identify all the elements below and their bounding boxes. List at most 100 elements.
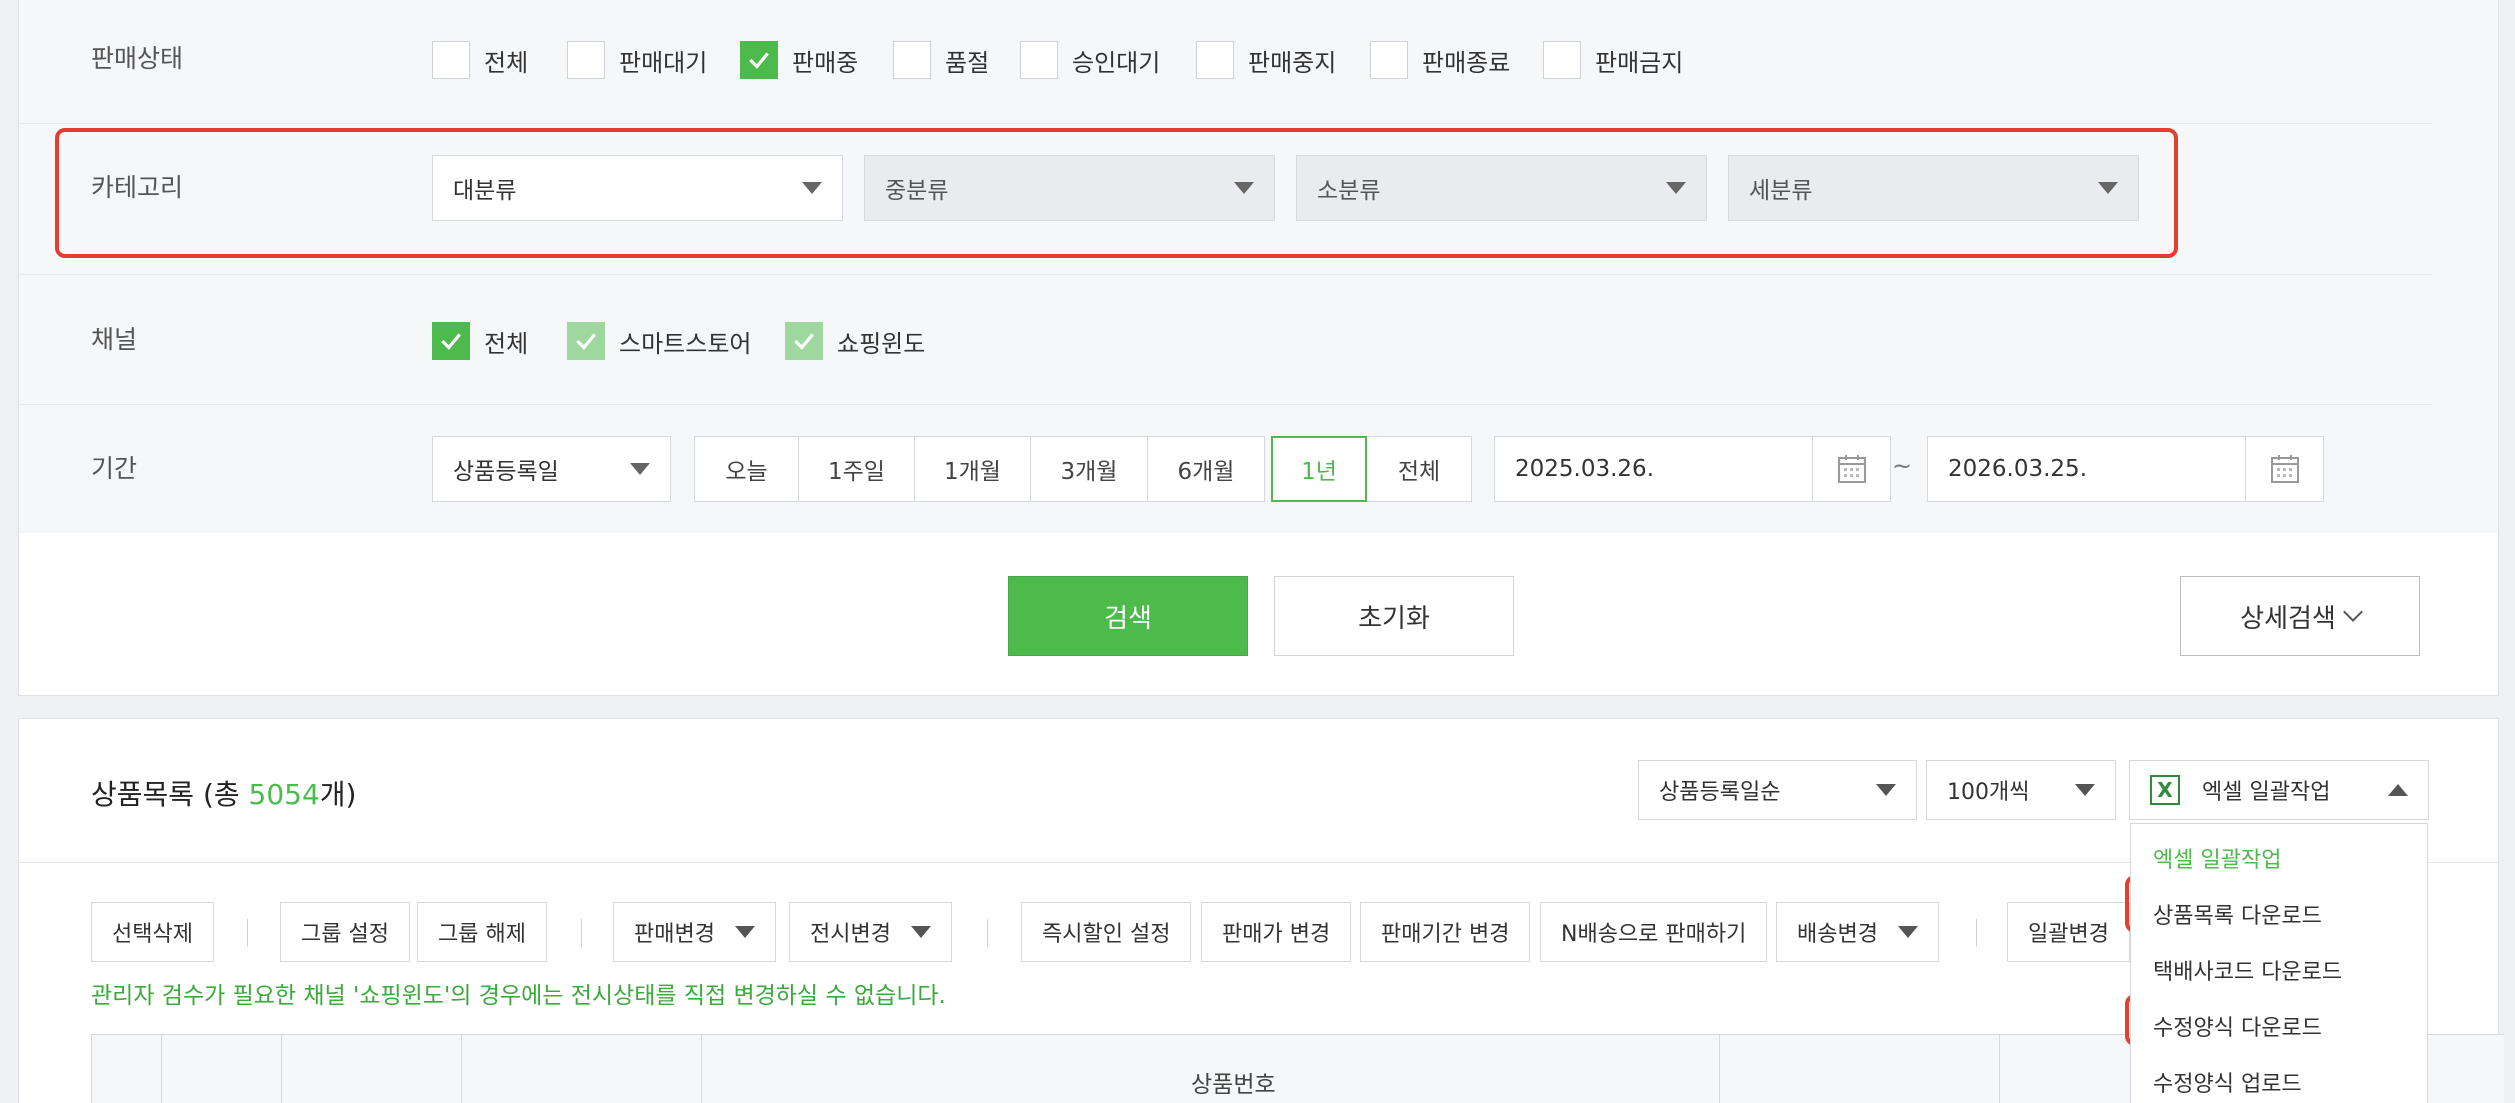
- select-value: 상품등록일: [453, 459, 559, 485]
- calendar-icon[interactable]: [1812, 437, 1890, 501]
- channel-smartstore-checkbox[interactable]: 스마트스토어: [567, 321, 751, 361]
- checkbox-label: 판매중: [792, 48, 859, 77]
- checkbox-label: 판매종료: [1422, 48, 1511, 77]
- checkbox-label: 스마트스토어: [619, 329, 752, 358]
- checkbox-box[interactable]: [432, 41, 470, 79]
- checkbox-box[interactable]: [567, 41, 605, 79]
- n-delivery-button[interactable]: N배송으로 판매하기: [1540, 902, 1768, 962]
- checkbox-box[interactable]: [1020, 41, 1058, 79]
- sale-status-row: 판매상태 전체 판매대기 판매중 품절 승인대기 판매중지 판매종료 판매금지: [19, 0, 2432, 124]
- caret-down-icon: [1876, 784, 1896, 796]
- period-6month-button[interactable]: 6개월: [1147, 436, 1265, 502]
- checkbox-box[interactable]: [1370, 41, 1408, 79]
- start-date-field[interactable]: 2025.03.26.: [1494, 436, 1891, 502]
- select-value: 엑셀 일괄작업: [2202, 780, 2331, 805]
- channel-all-checkbox[interactable]: 전체: [432, 321, 528, 361]
- period-1week-button[interactable]: 1주일: [798, 436, 915, 502]
- period-change-button[interactable]: 판매기간 변경: [1360, 902, 1531, 962]
- checkbox-box[interactable]: [893, 41, 931, 79]
- caret-down-icon: [630, 463, 650, 475]
- checkbox-box[interactable]: [1196, 41, 1234, 79]
- toolbar-separator: [581, 919, 582, 947]
- sort-select[interactable]: 상품등록일순: [1638, 760, 1917, 820]
- checkbox-label: 판매대기: [619, 48, 708, 77]
- download-edit-template-item[interactable]: 수정양식 다운로드: [2131, 998, 2427, 1054]
- product-number-header: 상품번호: [1191, 1072, 1276, 1098]
- checkbox-label: 판매금지: [1595, 48, 1684, 77]
- checkbox-checked-box[interactable]: [432, 322, 470, 360]
- date-type-select[interactable]: 상품등록일: [432, 436, 671, 502]
- download-product-list-item[interactable]: 상품목록 다운로드: [2131, 886, 2427, 942]
- chevron-down-icon: [2342, 602, 2363, 622]
- end-date-field[interactable]: 2026.03.25.: [1927, 436, 2324, 502]
- status-ended-checkbox[interactable]: 판매종료: [1370, 40, 1510, 80]
- upload-edit-template-item[interactable]: 수정양식 업로드: [2131, 1054, 2427, 1103]
- end-date-value: 2026.03.25.: [1948, 456, 2087, 482]
- status-all-checkbox[interactable]: 전체: [432, 40, 528, 80]
- group-set-button[interactable]: 그룹 설정: [280, 902, 410, 962]
- check-icon: [749, 52, 769, 69]
- status-waiting-checkbox[interactable]: 판매대기: [567, 40, 707, 80]
- toolbar-separator: [987, 919, 988, 947]
- checkbox-checked-box[interactable]: [785, 322, 823, 360]
- toolbar-separator: [247, 919, 248, 947]
- list-divider: [19, 862, 2498, 863]
- period-1year-button[interactable]: 1년: [1271, 436, 1367, 502]
- shopping-window-notice: 관리자 검수가 필요한 채널 '쇼핑윈도'의 경우에는 전시상태를 직접 변경하…: [91, 983, 946, 1009]
- checkbox-box[interactable]: [1543, 41, 1581, 79]
- channel-label: 채널: [91, 325, 138, 354]
- table-column-divider: [461, 1035, 462, 1103]
- sale-status-label: 판매상태: [91, 44, 184, 73]
- table-column-divider: [91, 1035, 92, 1103]
- sale-change-dropdown[interactable]: 판매변경: [613, 902, 776, 962]
- checkbox-label: 전체: [484, 329, 529, 358]
- table-column-divider: [1999, 1035, 2000, 1103]
- check-icon: [576, 333, 596, 350]
- checkbox-label: 전체: [484, 48, 529, 77]
- channel-row: 채널 전체 스마트스토어 쇼핑윈도: [19, 275, 2432, 405]
- status-banned-checkbox[interactable]: 판매금지: [1543, 40, 1683, 80]
- status-suspended-checkbox[interactable]: 판매중지: [1196, 40, 1336, 80]
- channel-shoppingwindow-checkbox[interactable]: 쇼핑윈도: [785, 321, 925, 361]
- table-column-divider: [281, 1035, 282, 1103]
- excel-icon: X: [2150, 775, 2180, 805]
- status-approval-checkbox[interactable]: 승인대기: [1020, 40, 1160, 80]
- checkbox-checked-box[interactable]: [740, 41, 778, 79]
- price-change-button[interactable]: 판매가 변경: [1201, 902, 1352, 962]
- table-column-divider: [701, 1035, 702, 1103]
- select-value: 상품등록일순: [1659, 780, 1781, 805]
- download-courier-code-item[interactable]: 택배사코드 다운로드: [2131, 942, 2427, 998]
- status-on-sale-checkbox[interactable]: 판매중: [740, 40, 858, 80]
- caret-down-icon: [1897, 926, 1918, 938]
- check-icon: [794, 333, 814, 350]
- toolbar-separator: [1976, 919, 1977, 947]
- bulk-change-button[interactable]: 일괄변경: [2007, 902, 2130, 962]
- detail-search-label: 상세검색: [2240, 603, 2336, 634]
- delete-selected-button[interactable]: 선택삭제: [91, 902, 214, 962]
- group-unset-button[interactable]: 그룹 해제: [417, 902, 547, 962]
- select-value: 100개씩: [1947, 780, 2030, 805]
- detail-search-button[interactable]: 상세검색: [2180, 576, 2420, 656]
- page-size-select[interactable]: 100개씩: [1926, 760, 2116, 820]
- reset-button[interactable]: 초기화: [1274, 576, 1514, 656]
- caret-up-icon: [2388, 784, 2408, 796]
- instant-discount-button[interactable]: 즉시할인 설정: [1021, 902, 1192, 962]
- caret-down-icon: [734, 926, 755, 938]
- checkbox-label: 쇼핑윈도: [837, 329, 926, 358]
- checkbox-checked-box[interactable]: [567, 322, 605, 360]
- period-all-button[interactable]: 전체: [1366, 436, 1472, 502]
- excel-bulk-select[interactable]: X 엑셀 일괄작업: [2129, 760, 2429, 820]
- table-column-divider: [1719, 1035, 1720, 1103]
- period-1month-button[interactable]: 1개월: [914, 436, 1031, 502]
- period-today-button[interactable]: 오늘: [694, 436, 799, 502]
- status-sold-out-checkbox[interactable]: 품절: [893, 40, 989, 80]
- display-change-dropdown[interactable]: 전시변경: [789, 902, 952, 962]
- product-list-title: 상품목록 (총 5054개): [91, 773, 356, 813]
- period-label: 기간: [91, 454, 138, 483]
- delivery-change-dropdown[interactable]: 배송변경: [1776, 902, 1939, 962]
- calendar-icon[interactable]: [2245, 437, 2323, 501]
- dropdown-label: 판매변경: [634, 922, 715, 947]
- search-button[interactable]: 검색: [1008, 576, 1248, 656]
- title-prefix: 상품목록 (총: [91, 778, 249, 811]
- period-3month-button[interactable]: 3개월: [1030, 436, 1148, 502]
